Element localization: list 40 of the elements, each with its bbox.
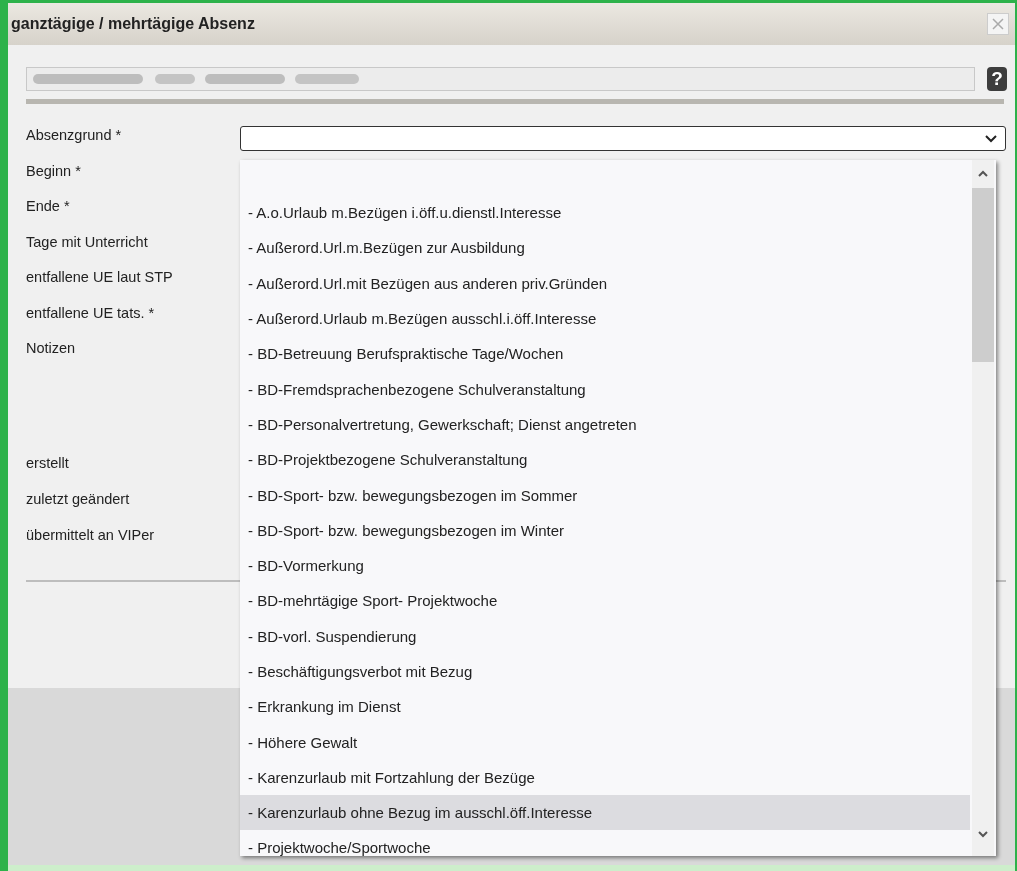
field-label: Beginn * <box>26 161 82 181</box>
close-icon <box>990 16 1006 32</box>
field-label: Tage mit Unterricht <box>26 232 149 252</box>
field-label: entfallene UE laut STP <box>26 268 174 287</box>
field-label: zuletzt geändert <box>26 490 131 509</box>
dropdown-option[interactable]: - BD-Personalvertretung, Gewerkschaft; Dienst angetreten <box>240 406 970 443</box>
dropdown-option[interactable]: - BD-Sport- bzw. bewegungsbezogen im Winter <box>240 512 970 548</box>
dropdown-option[interactable]: - Außerord.Urlaub m.Bezügen ausschl.i.öff.Interesse <box>240 300 970 337</box>
dropdown-option[interactable]: - Außerord.Url.m.Bezügen zur Ausbildung <box>240 230 970 266</box>
window-title: ganztägige / mehrtägige Absenz <box>11 15 255 33</box>
field-label: Notizen <box>26 339 77 358</box>
dropdown-option[interactable]: - BD-Fremdsprachenbezogene Schulveranstaltung <box>240 371 970 407</box>
field-label: erstellt <box>26 454 70 473</box>
field-label: Absenzgrund * <box>26 126 123 145</box>
field-label: übermittelt an VIPer <box>26 526 156 545</box>
reason-select[interactable] <box>240 126 1006 151</box>
close-button[interactable] <box>987 13 1009 35</box>
dropdown-option[interactable]: - BD-Betreuung Berufspraktische Tage/Wochen <box>240 336 970 372</box>
field-label: Ende * <box>26 197 71 216</box>
scrollbar[interactable] <box>972 160 994 856</box>
name-field[interactable] <box>26 67 975 91</box>
dropdown-option[interactable]: - BD-Sport- bzw. bewegungsbezogen im Sommer <box>240 477 970 513</box>
dropdown-option[interactable]: - BD-vorl. Suspendierung <box>240 618 970 654</box>
field-label: entfallene UE tats. * <box>26 303 156 323</box>
dropdown-option[interactable]: - A.o.Urlaub m.Bezügen i.öff.u.dienstl.Interesse <box>240 195 970 231</box>
chevron-down-icon <box>985 134 997 143</box>
dropdown-option[interactable]: - Karenzurlaub mit Fortzahlung der Bezüge <box>240 759 970 796</box>
scroll-up-icon[interactable] <box>978 170 988 177</box>
dropdown-option[interactable]: - Karenzurlaub ohne Bezug im ausschl.öff.Interesse <box>240 795 970 831</box>
dropdown-option[interactable]: - Erkrankung im Dienst <box>240 689 970 725</box>
dropdown-option[interactable]: - Beschäftigungsverbot mit Bezug <box>240 653 970 690</box>
dropdown-option[interactable]: - Höhere Gewalt <box>240 724 970 760</box>
dropdown-option[interactable]: - BD-Vormerkung <box>240 547 970 584</box>
dropdown-option[interactable]: - Außerord.Url.mit Bezügen aus anderen priv.Gründen <box>240 265 970 301</box>
dropdown-option[interactable]: - BD-Projektbezogene Schulveranstaltung <box>240 442 970 478</box>
dropdown-option[interactable]: - BD-mehrtägige Sport- Projektwoche <box>240 583 970 619</box>
scroll-down-icon[interactable] <box>978 831 988 838</box>
dropdown-option[interactable]: - Projektwoche/Sportwoche <box>240 830 970 856</box>
help-button[interactable]: ? <box>987 67 1007 91</box>
scroll-thumb[interactable] <box>972 188 994 362</box>
